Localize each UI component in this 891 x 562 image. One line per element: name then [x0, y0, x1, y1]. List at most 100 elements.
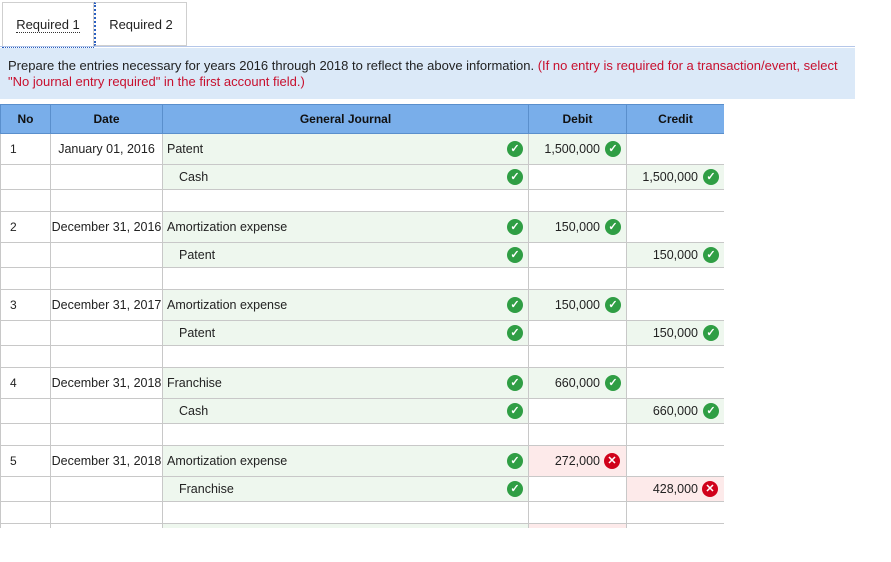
account-name: Patent — [167, 142, 204, 156]
date-cell[interactable]: December 31, 2016 — [50, 211, 163, 243]
account-select[interactable]: Amortization expense ✓ — [162, 211, 529, 243]
row-number-text: 4 — [10, 376, 17, 390]
header-no: No — [0, 104, 51, 134]
account-select[interactable]: Franchise ✓ — [162, 367, 529, 399]
account-select[interactable]: Patent ✓ — [162, 242, 529, 268]
credit-input[interactable] — [626, 289, 724, 321]
debit-input[interactable]: 150,000 ✓ — [528, 211, 627, 243]
debit-input[interactable] — [528, 164, 627, 190]
date-text: December 31, 2018 — [51, 454, 162, 468]
debit-input[interactable] — [528, 476, 627, 502]
account-select[interactable]: Cash ✓ — [162, 164, 529, 190]
credit-amount: 660,000 — [652, 404, 698, 418]
table-row: 1 January 01, 2016 Patent ✓ 1,500,000 ✓ — [0, 133, 724, 165]
date-cell[interactable] — [50, 164, 163, 190]
blank-cell — [50, 423, 163, 446]
check-circle-icon: ✓ — [507, 453, 523, 469]
credit-input[interactable] — [626, 367, 724, 399]
blank-row — [0, 423, 724, 446]
table-row: Cash ✓ 660,000 ✓ — [0, 398, 724, 424]
credit-input[interactable]: 150,000 ✓ — [626, 242, 724, 268]
credit-input[interactable]: 660,000 ✓ — [626, 398, 724, 424]
account-select[interactable]: Amortization expense ✓ — [162, 289, 529, 321]
journal-body: 1 January 01, 2016 Patent ✓ 1,500,000 ✓ Cash ✓ 1… — [0, 133, 724, 528]
date-cell[interactable] — [50, 476, 163, 502]
credit-input[interactable] — [626, 523, 724, 528]
account-name: Amortization expense — [167, 298, 288, 312]
debit-input[interactable] — [528, 320, 627, 346]
check-circle-icon: ✓ — [605, 219, 621, 235]
tab-required-2[interactable]: Required 2 — [94, 2, 187, 46]
tab-required-2-label: Required 2 — [109, 17, 173, 32]
debit-input[interactable]: 272,000 ✕ — [528, 445, 627, 477]
credit-input[interactable]: 150,000 ✓ — [626, 320, 724, 346]
check-circle-icon: ✓ — [703, 325, 719, 341]
table-row: Cash ✓ 1,500,000 ✓ — [0, 164, 724, 190]
date-cell[interactable]: December 31, 2018 — [50, 367, 163, 399]
account-select[interactable]: Research and development expense✓ — [162, 523, 529, 528]
debit-input[interactable]: 660,000 ✓ — [528, 367, 627, 399]
row-number-text: 5 — [10, 454, 17, 468]
account-name: Patent — [179, 248, 216, 262]
check-circle-icon: ✓ — [703, 169, 719, 185]
credit-input[interactable]: 1,500,000 ✓ — [626, 164, 724, 190]
blank-cell — [626, 423, 724, 446]
date-cell[interactable]: December 31, 2018 — [50, 445, 163, 477]
credit-input[interactable] — [626, 211, 724, 243]
date-cell[interactable] — [50, 398, 163, 424]
date-cell[interactable]: December 31, 2017 — [50, 289, 163, 321]
blank-cell — [528, 267, 627, 290]
credit-input[interactable] — [626, 445, 724, 477]
row-number — [0, 398, 51, 424]
blank-cell — [626, 345, 724, 368]
account-select[interactable]: Cash ✓ — [162, 398, 529, 424]
credit-amount: 150,000 — [652, 326, 698, 340]
blank-cell — [528, 189, 627, 212]
blank-cell — [50, 267, 163, 290]
credit-input[interactable]: 428,000 ✕ — [626, 476, 724, 502]
account-select[interactable]: Amortization expense ✓ — [162, 445, 529, 477]
row-number: 1 — [0, 133, 51, 165]
account-select[interactable]: Patent ✓ — [162, 320, 529, 346]
row-number-text: 3 — [10, 298, 17, 312]
debit-amount: 272,000 — [554, 454, 600, 468]
blank-cell — [626, 267, 724, 290]
check-circle-icon: ✓ — [507, 403, 523, 419]
debit-input[interactable]: 1,500,000 ✓ — [528, 133, 627, 165]
debit-input[interactable] — [528, 242, 627, 268]
tab-divider — [0, 46, 855, 47]
blank-cell — [626, 501, 724, 524]
credit-amount: 150,000 — [652, 248, 698, 262]
account-name: Patent — [179, 326, 216, 340]
account-select[interactable]: Franchise ✓ — [162, 476, 529, 502]
account-name: Amortization expense — [167, 454, 288, 468]
blank-cell — [0, 345, 51, 368]
row-number — [0, 320, 51, 346]
debit-input[interactable]: 240,000✕ — [528, 523, 627, 528]
date-cell[interactable]: May 20, 2018 — [50, 523, 163, 528]
row-number-text: 2 — [10, 220, 17, 234]
account-select[interactable]: Patent ✓ — [162, 133, 529, 165]
table-header-row: No Date General Journal Debit Credit — [0, 104, 724, 134]
credit-input[interactable] — [626, 133, 724, 165]
row-number: 3 — [0, 289, 51, 321]
debit-amount: 150,000 — [554, 220, 600, 234]
table-row: Franchise ✓ 428,000 ✕ — [0, 476, 724, 502]
blank-row — [0, 189, 724, 212]
journal-table: No Date General Journal Debit Credit 1 Ja… — [0, 104, 724, 528]
check-circle-icon: ✓ — [703, 403, 719, 419]
date-cell[interactable] — [50, 242, 163, 268]
table-row: 5 December 31, 2018 Amortization expense ✓ 2… — [0, 445, 724, 477]
journal-table-container[interactable]: No Date General Journal Debit Credit 1 Ja… — [0, 104, 724, 528]
row-number — [0, 164, 51, 190]
date-cell[interactable] — [50, 320, 163, 346]
blank-cell — [0, 423, 51, 446]
tab-required-1[interactable]: Required 1 — [2, 2, 94, 46]
date-cell[interactable]: January 01, 2016 — [50, 133, 163, 165]
blank-cell — [50, 345, 163, 368]
row-number: 6 — [0, 523, 51, 528]
debit-input[interactable] — [528, 398, 627, 424]
debit-input[interactable]: 150,000 ✓ — [528, 289, 627, 321]
blank-cell — [162, 267, 529, 290]
check-circle-icon: ✓ — [507, 219, 523, 235]
